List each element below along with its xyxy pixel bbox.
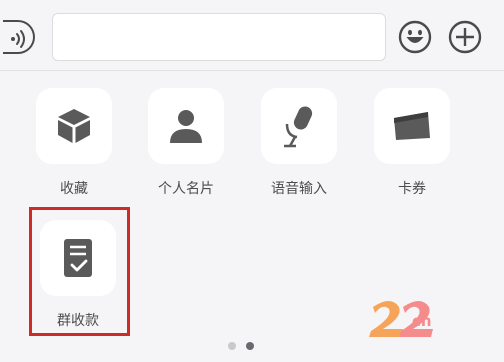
emoji-button[interactable] (398, 20, 432, 54)
chat-input-bar (0, 0, 504, 71)
tool-business-card[interactable]: 个人名片 (146, 88, 226, 198)
emoji-icon (398, 20, 432, 54)
person-icon (170, 110, 202, 143)
tool-voice-input[interactable]: 语音输入 (259, 88, 339, 198)
tool-business-card-box[interactable] (148, 88, 224, 164)
microphone-icon (284, 106, 313, 148)
more-button[interactable] (448, 20, 482, 54)
page-dot-2[interactable] (246, 342, 254, 350)
plus-icon (448, 20, 482, 54)
card-icon (394, 112, 430, 140)
page-dot-1[interactable] (228, 342, 236, 350)
tool-favorites[interactable]: 收藏 (34, 88, 114, 198)
tool-favorites-label: 收藏 (60, 181, 88, 197)
voice-button[interactable] (3, 20, 35, 54)
highlight-box (29, 207, 130, 336)
tool-cards[interactable]: 卡券 (372, 88, 452, 198)
page-indicator (228, 335, 264, 354)
tool-cards-label: 卡券 (398, 181, 426, 197)
tool-voice-input-label: 语音输入 (271, 181, 327, 197)
watermark-suffix: cn (412, 312, 432, 330)
tool-favorites-box[interactable] (36, 88, 112, 164)
tool-business-card-label: 个人名片 (158, 181, 214, 197)
watermark-logo (369, 301, 433, 337)
message-input[interactable] (52, 13, 386, 61)
cube-icon (58, 109, 90, 143)
tool-voice-input-box[interactable] (261, 88, 337, 164)
tool-cards-box[interactable] (374, 88, 450, 164)
voice-icon (11, 30, 25, 48)
